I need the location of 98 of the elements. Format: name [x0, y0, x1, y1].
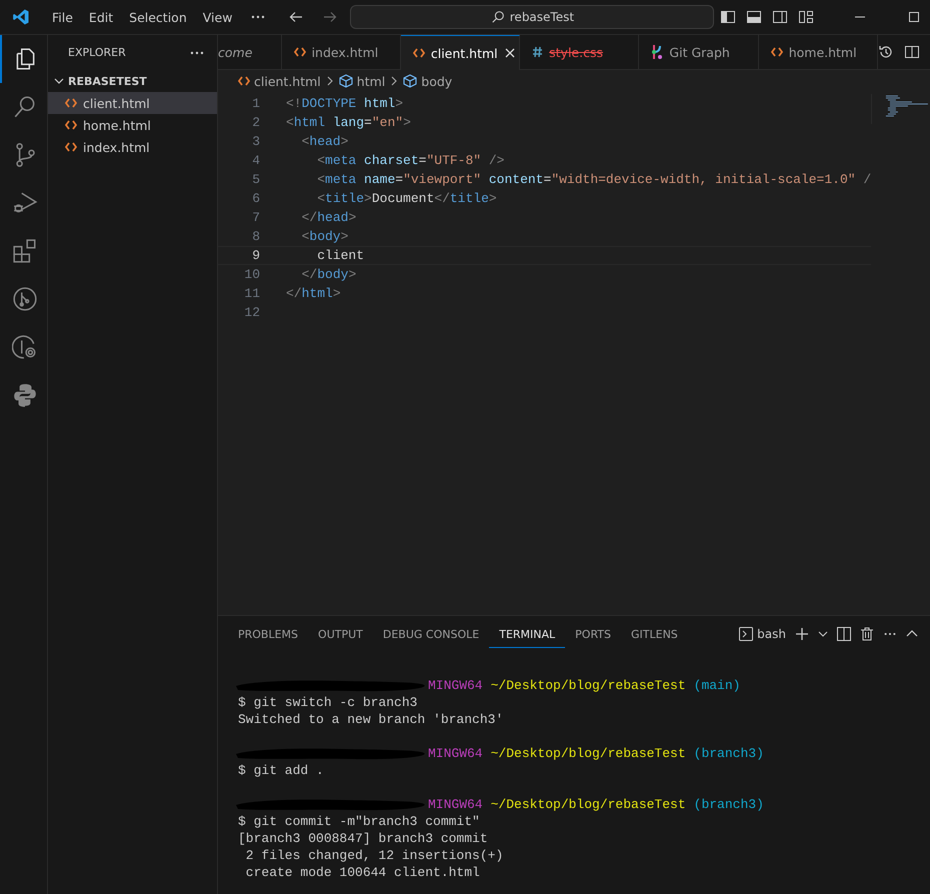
panel-tab[interactable]: DEBUG CONSOLE [372, 620, 490, 648]
line-number: 12 [243, 305, 260, 320]
terminal-line: Switched to a new branch 'branch3' [238, 711, 504, 728]
breadcrumb-item[interactable]: html [338, 74, 386, 88]
explorer-entry[interactable]: index.html [48, 136, 217, 158]
sidebar-title: EXPLORER [68, 46, 126, 59]
git-graph-icon [651, 44, 664, 60]
vscode-logo-icon [12, 8, 30, 26]
terminal-line: [branch3 0008847] branch3 commit [238, 830, 489, 847]
trash-icon[interactable] [860, 627, 874, 641]
code-line: client [316, 248, 364, 263]
maximize-icon[interactable] [906, 9, 922, 25]
extensions-icon[interactable] [12, 238, 38, 264]
chevron-right-icon [324, 75, 335, 87]
line-number: 6 [251, 191, 260, 206]
code-line: <html lang="en"> [286, 115, 411, 130]
history-icon[interactable] [878, 44, 894, 60]
explorer-entry[interactable]: client.html [48, 92, 217, 114]
editor-tab[interactable]: client.html [400, 35, 520, 70]
terminal-line: $ git commit -m"branch3 commit" [238, 813, 481, 830]
code-line: </head> [300, 210, 356, 225]
terminal-profile-button[interactable]: bash [739, 627, 786, 641]
line-number: 4 [251, 153, 260, 168]
breadcrumb-item[interactable]: body [403, 74, 452, 88]
html-file-icon [65, 98, 77, 108]
panel-toggle-icon[interactable] [746, 9, 762, 25]
explorer-entry[interactable]: home.html [48, 114, 217, 136]
branch-name: (branch3) [694, 796, 764, 813]
editor-tab[interactable]: style.css [520, 35, 640, 69]
code-line: <head> [300, 134, 348, 149]
code-line: <meta name="viewport" content="width=device-width, initial-scale=1.0" / [316, 172, 872, 187]
terminal-line: create mode 100644 client.html [244, 864, 481, 881]
secondary-sidebar-icon[interactable] [772, 9, 788, 25]
code-line: <body> [300, 229, 348, 244]
code-line: <title>Document</title> [316, 191, 497, 206]
layout-icon[interactable] [798, 9, 814, 25]
chevron-right-icon [389, 75, 400, 87]
terminal-line: $ git switch -c branch3 [238, 694, 418, 711]
chevron-down-icon[interactable] [818, 629, 828, 639]
hash-icon [532, 46, 544, 58]
html-file-icon [770, 47, 783, 57]
menu-item[interactable]: Edit [80, 10, 122, 24]
search-icon [490, 10, 505, 24]
system-name: MINGW64 [428, 796, 483, 813]
panel-tab[interactable]: OUTPUT [308, 620, 373, 648]
cube-icon [403, 74, 418, 88]
html-file-icon [65, 142, 77, 152]
editor-tab[interactable]: come [218, 35, 282, 69]
search-icon[interactable] [12, 94, 38, 120]
terminal-icon [739, 627, 754, 641]
code-line: </body> [300, 267, 356, 282]
system-name: MINGW64 [428, 677, 483, 694]
command-center[interactable]: rebaseTest [350, 5, 714, 29]
line-number: 3 [251, 134, 260, 149]
line-number: 10 [243, 267, 260, 282]
directory-path: ~/Desktop/blog/rebaseTest [490, 677, 686, 694]
code-line: <meta charset="UTF-8" /> [316, 153, 504, 168]
html-file-icon [294, 47, 306, 57]
html-file-icon [412, 48, 425, 58]
gitlens-icon[interactable] [12, 286, 38, 312]
system-name: MINGW64 [428, 745, 483, 762]
line-number: 11 [243, 286, 260, 301]
plus-icon[interactable] [795, 627, 809, 641]
workspace-name: rebaseTest [510, 10, 574, 24]
line-number: 1 [251, 96, 260, 111]
line-number: 8 [251, 229, 260, 244]
sidebar-toggle-icon[interactable] [720, 9, 736, 25]
panel-tab[interactable]: TERMINAL [489, 620, 566, 648]
code-line: <!DOCTYPE html> [286, 96, 404, 111]
split-terminal-icon[interactable] [837, 627, 851, 641]
menu-item[interactable]: File [44, 10, 81, 24]
gitlens-inspect-icon[interactable] [12, 334, 38, 360]
panel-tab[interactable]: GITLENS [621, 620, 688, 648]
line-number: 5 [251, 172, 260, 187]
close-icon[interactable] [504, 47, 516, 59]
line-number: 9 [251, 248, 260, 263]
breadcrumb-item[interactable]: client.html [238, 74, 321, 88]
panel-tab[interactable]: PROBLEMS [228, 620, 308, 648]
branch-name: (branch3) [694, 745, 764, 762]
html-file-icon [238, 76, 250, 86]
branch-name: (main) [694, 677, 740, 694]
terminal-line: 2 files changed, 12 insertions(+) [244, 847, 504, 864]
line-number: 2 [251, 115, 260, 130]
directory-path: ~/Desktop/blog/rebaseTest [490, 745, 686, 762]
editor-tab[interactable]: home.html [758, 35, 878, 69]
line-number: 7 [251, 210, 260, 225]
terminal-line: $ git add . [238, 762, 325, 779]
python-icon[interactable] [12, 382, 38, 408]
folder-name[interactable]: REBASETEST [68, 74, 147, 88]
html-file-icon [65, 120, 77, 130]
menu-item[interactable]: Selection [121, 10, 195, 24]
cube-icon [338, 74, 353, 88]
panel-tab[interactable]: PORTS [565, 620, 621, 648]
directory-path: ~/Desktop/blog/rebaseTest [490, 796, 686, 813]
editor-tab[interactable]: Git Graph [639, 35, 759, 69]
code-line: </html> [286, 286, 341, 301]
split-editor-icon[interactable] [904, 44, 920, 60]
menu-item[interactable]: View [194, 10, 240, 24]
